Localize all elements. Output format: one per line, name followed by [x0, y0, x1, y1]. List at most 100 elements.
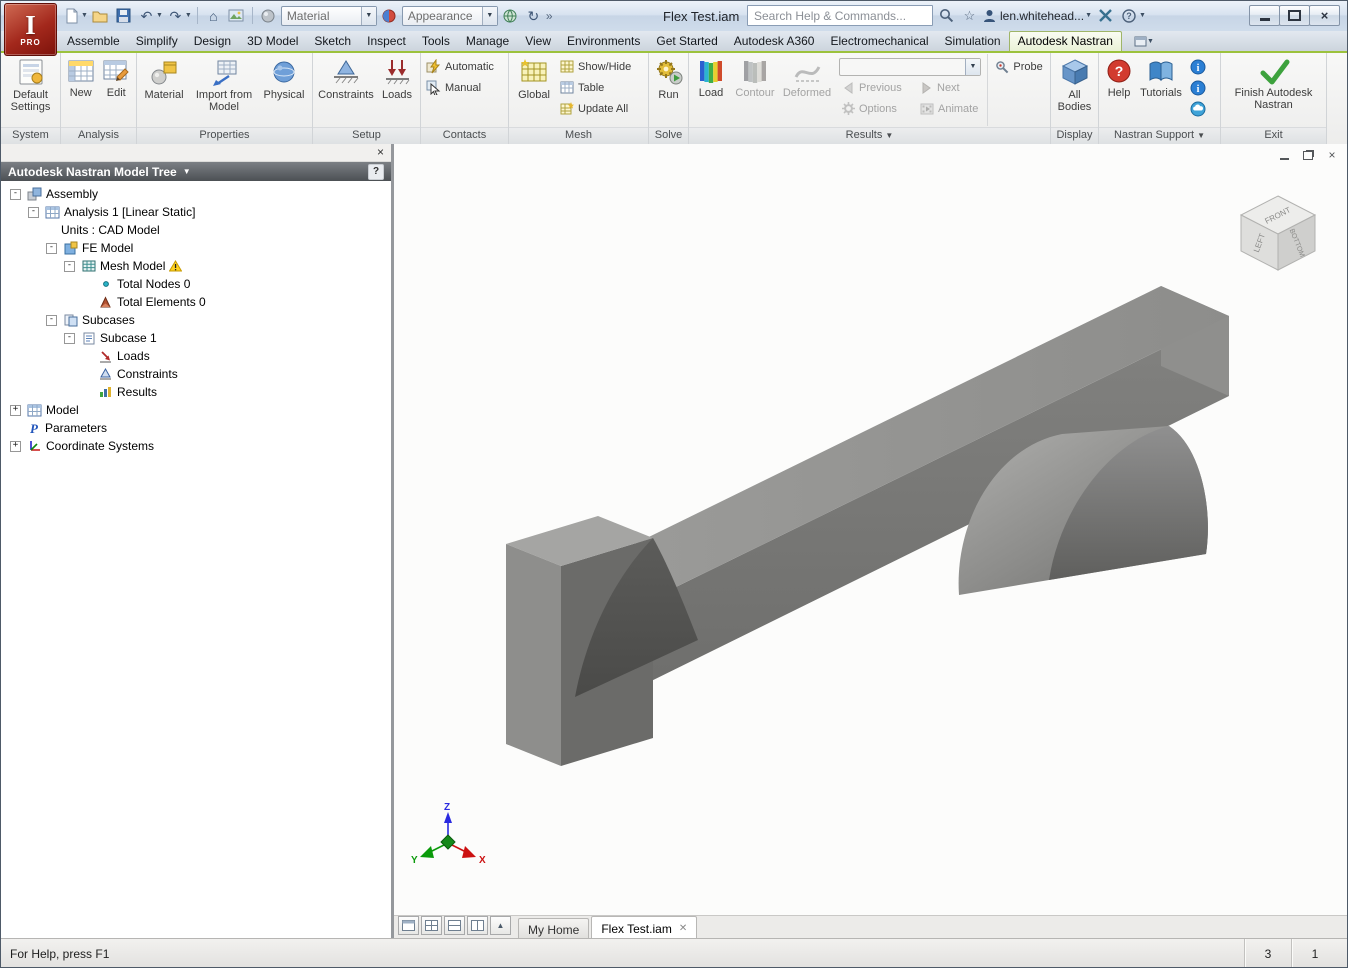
- update-all-mesh-button[interactable]: Update All: [557, 98, 634, 119]
- signed-in-user[interactable]: len.whitehead... ▼: [983, 9, 1092, 23]
- material-swatch-button[interactable]: [258, 5, 279, 26]
- tab-manage[interactable]: Manage: [458, 31, 517, 51]
- global-mesh-button[interactable]: Global: [511, 54, 557, 126]
- panel-close-icon[interactable]: ×: [377, 145, 384, 159]
- collapse-icon[interactable]: -: [28, 206, 39, 218]
- user-menu-caret-icon[interactable]: ▼: [1085, 12, 1092, 19]
- deformed-button[interactable]: Deformed: [779, 54, 835, 126]
- tree-item-subcases[interactable]: - Subcases: [1, 311, 391, 329]
- tree-item-total-elements[interactable]: Total Elements 0: [1, 293, 391, 311]
- graphics-viewport[interactable]: FRONT LEFT BOTTOM Z X Y × ▲ My Home Flex…: [394, 144, 1347, 938]
- home-button[interactable]: ⌂: [203, 5, 224, 26]
- new-file-caret-icon[interactable]: ▼: [81, 12, 88, 19]
- layout-grid-button[interactable]: [421, 915, 442, 935]
- ribbon-options-caret-icon[interactable]: ▼: [1147, 38, 1154, 45]
- tab-autodesk-nastran[interactable]: Autodesk Nastran: [1008, 31, 1122, 51]
- show-hide-mesh-button[interactable]: Show/Hide: [557, 56, 634, 77]
- tab-sketch[interactable]: Sketch: [306, 31, 359, 51]
- panel-header-caret-icon[interactable]: ▼: [183, 167, 191, 176]
- load-results-button[interactable]: Load: [691, 54, 731, 126]
- expand-icon[interactable]: +: [10, 440, 21, 452]
- material-combobox-arrow-icon[interactable]: ▼: [360, 6, 376, 25]
- favorites-button[interactable]: ☆: [960, 6, 979, 26]
- tab-inspect[interactable]: Inspect: [359, 31, 414, 51]
- tree-item-assembly[interactable]: - Assembly: [1, 185, 391, 203]
- viewcube[interactable]: FRONT LEFT BOTTOM: [1239, 195, 1317, 271]
- doc-close-button[interactable]: ×: [1325, 149, 1339, 161]
- loads-button[interactable]: Loads: [377, 54, 417, 126]
- collapse-icon[interactable]: -: [46, 242, 57, 254]
- tab-3d-model[interactable]: 3D Model: [239, 31, 306, 51]
- all-bodies-button[interactable]: All Bodies: [1053, 54, 1096, 126]
- ribbon-display-options[interactable]: ▼: [1134, 31, 1154, 51]
- search-button[interactable]: [937, 6, 956, 26]
- block-left-face[interactable]: [506, 544, 561, 766]
- adjust-button[interactable]: [500, 5, 521, 26]
- collapse-icon[interactable]: -: [64, 332, 75, 344]
- next-result-button[interactable]: Next: [917, 77, 963, 98]
- new-analysis-button[interactable]: New: [63, 54, 99, 126]
- layout-vertical-button[interactable]: [467, 915, 488, 935]
- manual-contacts-button[interactable]: Manual: [423, 77, 484, 98]
- doc-tab-flex-test[interactable]: Flex Test.iam ✕: [591, 916, 698, 938]
- tree-item-total-nodes[interactable]: Total Nodes 0: [1, 275, 391, 293]
- result-set-combobox[interactable]: ▼: [839, 57, 981, 76]
- undo-caret-icon[interactable]: ▼: [156, 12, 163, 19]
- tree-item-analysis-1[interactable]: - Analysis 1 [Linear Static]: [1, 203, 391, 221]
- constraints-button[interactable]: Constraints: [315, 54, 377, 126]
- appearance-swatch-button[interactable]: [379, 5, 400, 26]
- result-options-button[interactable]: Options: [839, 98, 917, 119]
- nastran-community-button[interactable]: [1189, 100, 1207, 118]
- tutorials-button[interactable]: Tutorials: [1137, 54, 1185, 126]
- help-menu-button[interactable]: ?: [1119, 6, 1138, 26]
- edit-analysis-button[interactable]: Edit: [99, 54, 135, 126]
- layout-single-button[interactable]: [398, 915, 419, 935]
- finish-nastran-button[interactable]: Finish Autodesk Nastran: [1225, 54, 1323, 126]
- default-settings-button[interactable]: Default Settings: [4, 54, 58, 126]
- nastran-help-button[interactable]: ? Help: [1101, 54, 1137, 126]
- tree-item-model[interactable]: + Model: [1, 401, 391, 419]
- refresh-button[interactable]: ↻: [523, 5, 544, 26]
- collapse-icon[interactable]: -: [64, 260, 75, 272]
- tab-simplify[interactable]: Simplify: [128, 31, 186, 51]
- layout-horizontal-button[interactable]: [444, 915, 465, 935]
- mesh-table-button[interactable]: Table: [557, 77, 634, 98]
- animate-button[interactable]: Animate: [917, 98, 981, 119]
- previous-result-button[interactable]: Previous: [839, 77, 917, 98]
- tab-view[interactable]: View: [517, 31, 559, 51]
- collapse-icon[interactable]: -: [46, 314, 57, 326]
- expand-icon[interactable]: +: [10, 404, 21, 416]
- help-menu-caret-icon[interactable]: ▼: [1139, 12, 1146, 19]
- material-combobox[interactable]: Material ▼: [280, 5, 377, 26]
- material-button[interactable]: Material: [139, 54, 189, 126]
- tree-item-loads[interactable]: Loads: [1, 347, 391, 365]
- tree-item-results[interactable]: Results: [1, 383, 391, 401]
- maximize-button[interactable]: [1279, 5, 1310, 26]
- doc-minimize-button[interactable]: [1277, 149, 1291, 161]
- support-group-caret-icon[interactable]: ▼: [1197, 131, 1205, 140]
- nastran-web-button[interactable]: i: [1189, 79, 1207, 97]
- collapse-icon[interactable]: -: [10, 188, 21, 200]
- probe-button[interactable]: Probe: [992, 56, 1045, 77]
- tree-item-units[interactable]: Units : CAD Model: [1, 221, 391, 239]
- tree-item-constraints[interactable]: Constraints: [1, 365, 391, 383]
- import-from-model-button[interactable]: Import from Model: [189, 54, 259, 126]
- results-group-caret-icon[interactable]: ▼: [885, 131, 893, 140]
- toolbar-overflow-icon[interactable]: »: [546, 10, 553, 22]
- doc-tab-my-home[interactable]: My Home: [518, 918, 590, 938]
- doc-restore-button[interactable]: [1301, 149, 1315, 161]
- tab-environments[interactable]: Environments: [559, 31, 648, 51]
- close-button[interactable]: ×: [1309, 5, 1340, 26]
- appearance-combobox-arrow-icon[interactable]: ▼: [481, 6, 497, 25]
- view-capture-button[interactable]: [226, 5, 247, 26]
- new-file-button[interactable]: [61, 5, 82, 26]
- doc-tab-close-icon[interactable]: ✕: [679, 923, 687, 934]
- appearance-combobox[interactable]: Appearance ▼: [401, 5, 498, 26]
- minimize-button[interactable]: [1249, 5, 1280, 26]
- nastran-info-button[interactable]: i: [1189, 58, 1207, 76]
- tab-get-started[interactable]: Get Started: [648, 31, 725, 51]
- save-button[interactable]: [113, 5, 134, 26]
- panel-help-button[interactable]: ?: [368, 163, 384, 180]
- tab-electromechanical[interactable]: Electromechanical: [822, 31, 936, 51]
- result-set-caret-icon[interactable]: ▼: [965, 58, 980, 75]
